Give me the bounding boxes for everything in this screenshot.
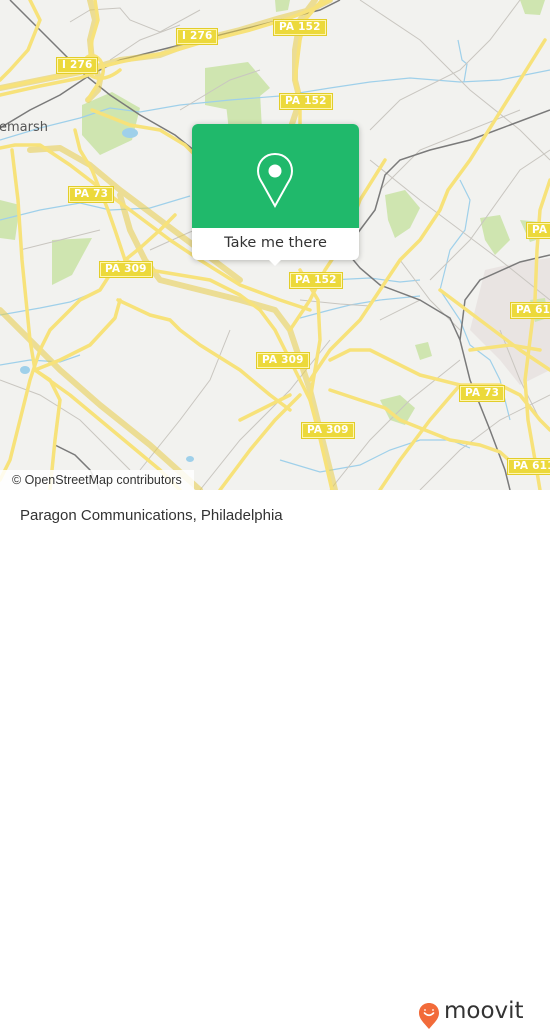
moovit-wordmark: moovit bbox=[444, 998, 524, 1024]
route-shield-pa73: PA 73 bbox=[458, 385, 506, 402]
attribution-text: © OpenStreetMap contributors bbox=[12, 473, 182, 487]
popup-tail bbox=[267, 258, 283, 266]
take-me-there-button[interactable]: Take me there bbox=[192, 228, 359, 260]
route-shield-pa: PA bbox=[525, 222, 550, 239]
route-shield-i276: I 276 bbox=[175, 28, 219, 45]
route-shield-pa611: PA 611 bbox=[507, 458, 550, 475]
location-title: Paragon Communications, Philadelphia bbox=[20, 507, 283, 524]
moovit-logo[interactable]: moovit bbox=[418, 998, 538, 1030]
route-shield-pa152: PA 152 bbox=[273, 19, 327, 36]
map-pin-icon bbox=[256, 152, 294, 209]
popup-header bbox=[192, 124, 359, 228]
moovit-smile-pin-icon bbox=[419, 1003, 439, 1029]
place-label-plymouth-whitemarsh: emarsh bbox=[0, 120, 48, 135]
location-popup: Take me there bbox=[192, 124, 359, 266]
route-shield-pa309: PA 309 bbox=[256, 352, 310, 369]
route-shield-pa309: PA 309 bbox=[301, 422, 355, 439]
route-shield-pa611: PA 611 bbox=[510, 302, 550, 319]
route-shield-i276: I 276 bbox=[55, 57, 99, 74]
map-attribution[interactable]: © OpenStreetMap contributors bbox=[0, 470, 194, 490]
route-shield-pa73: PA 73 bbox=[67, 186, 115, 203]
route-shield-pa152: PA 152 bbox=[279, 93, 333, 110]
route-shield-pa152: PA 152 bbox=[289, 272, 343, 289]
footer: Paragon Communications, Philadelphia moo… bbox=[0, 490, 550, 1029]
map-view[interactable]: emarsh I 276 I 276 PA 152 PA 152 PA 73 P… bbox=[0, 0, 550, 490]
route-shield-pa309: PA 309 bbox=[99, 261, 153, 278]
